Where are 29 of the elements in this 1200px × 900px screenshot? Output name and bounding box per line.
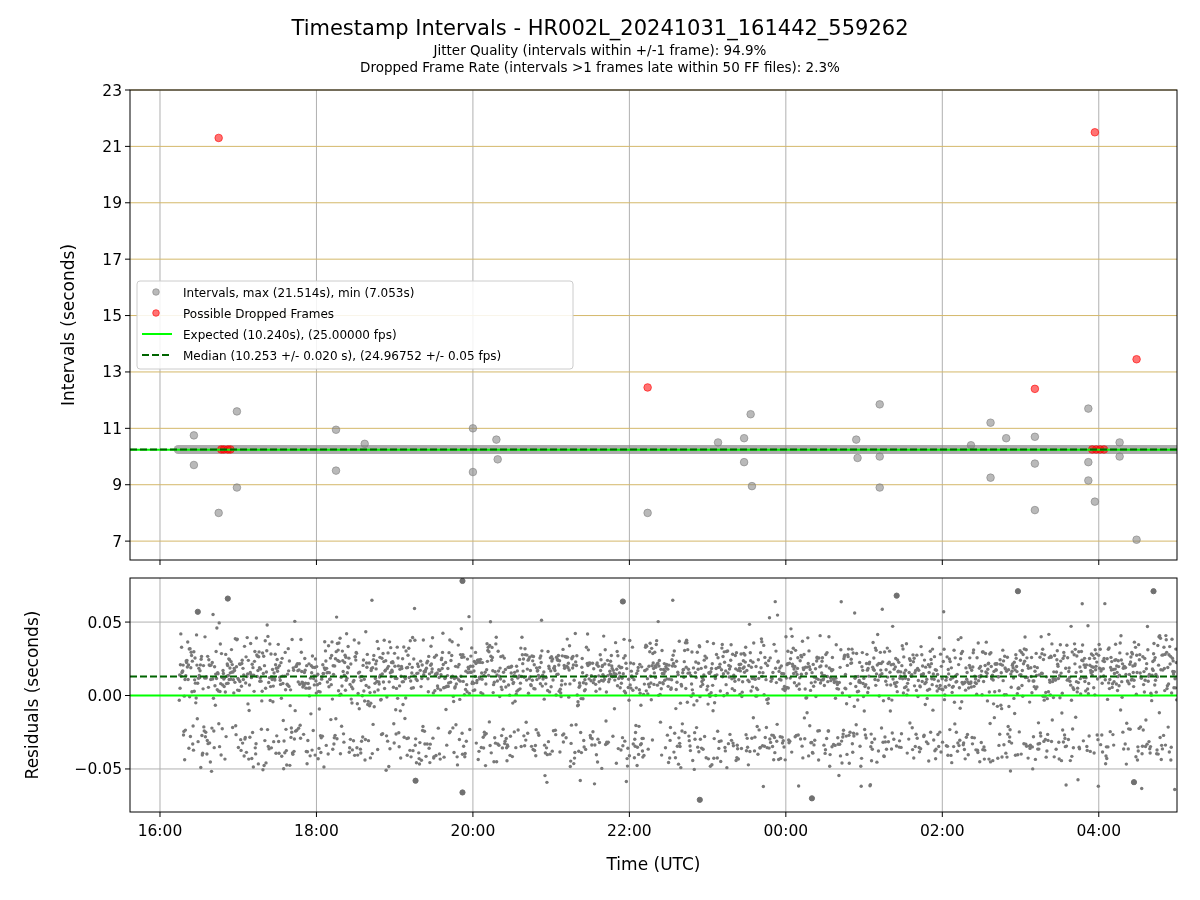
x-tick-label: 18:00 <box>294 822 339 840</box>
legend-label: Expected (10.240s), (25.00000 fps) <box>183 327 397 342</box>
x-axis-label: Time (UTC) <box>606 854 701 874</box>
x-tick-label: 00:00 <box>763 822 809 840</box>
y-axis-label: Residuals (seconds) <box>22 610 42 780</box>
y-tick-label: 11 <box>102 419 122 438</box>
y-tick-label: −0.05 <box>74 760 122 779</box>
legend-label: Intervals, max (21.514s), min (7.053s) <box>183 285 415 300</box>
x-tick-label: 20:00 <box>450 822 496 840</box>
y-tick-label: 0.00 <box>87 687 122 705</box>
chart-subtitle: Jitter Quality (intervals within +/-1 frame): 94.9% <box>433 42 767 59</box>
y-tick-label: 23 <box>102 81 122 100</box>
y-tick-label: 19 <box>102 194 122 213</box>
y-tick-label: 21 <box>102 137 122 156</box>
x-tick-label: 16:00 <box>137 822 183 840</box>
x-tick-label: 02:00 <box>919 822 965 840</box>
y-tick-label: 7 <box>112 532 122 551</box>
x-tick-label: 04:00 <box>1076 822 1122 840</box>
y-tick-label: 15 <box>102 307 122 326</box>
legend-label: Possible Dropped Frames <box>183 306 335 321</box>
y-tick-label: 13 <box>102 363 122 382</box>
y-tick-label: 0.05 <box>87 613 122 632</box>
y-tick-label: 17 <box>102 250 122 269</box>
chart-title: Timestamp Intervals - HR002L_20241031_161442_559262 <box>291 15 909 42</box>
x-tick-label: 22:00 <box>607 822 652 840</box>
chart-subtitle: Dropped Frame Rate (intervals >1 frames late within 50 FF files): 2.3% <box>360 59 840 76</box>
legend-label: Median (10.253 +/- 0.020 s), (24.96752 +/- 0.05 fps) <box>183 348 502 363</box>
y-axis-label: Intervals (seconds) <box>58 243 78 407</box>
y-tick-label: 9 <box>112 476 122 495</box>
